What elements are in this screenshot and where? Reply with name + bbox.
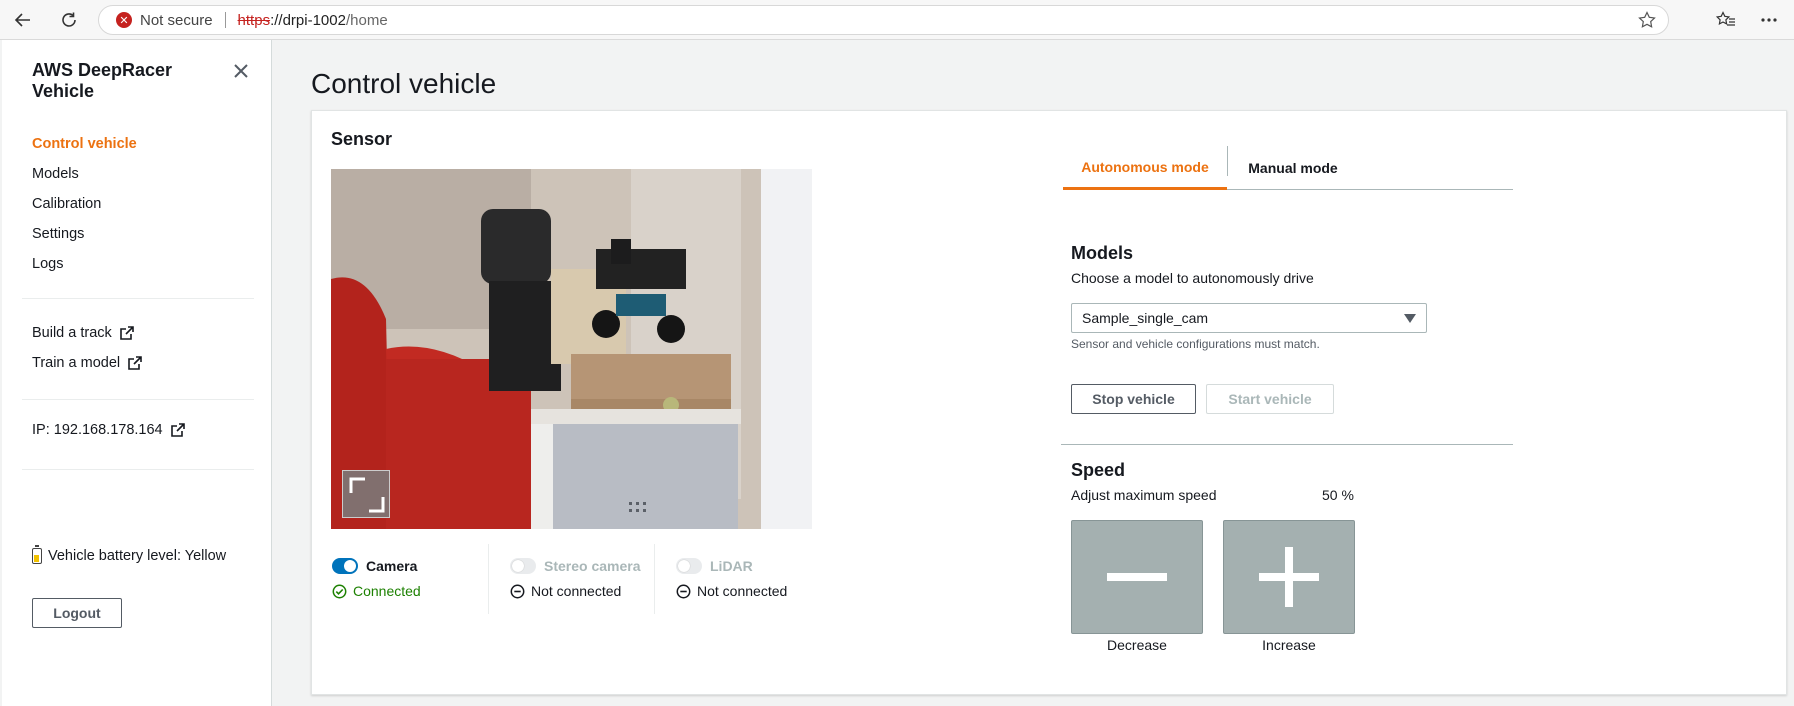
model-select-value: Sample_single_cam xyxy=(1082,310,1209,326)
address-bar[interactable]: ✕ Not secure https://drpi-1002/home xyxy=(98,5,1669,35)
more-options-icon[interactable] xyxy=(1756,7,1782,33)
sidebar-item-control-vehicle[interactable]: Control vehicle xyxy=(32,134,137,164)
stereo-camera-label: Stereo camera xyxy=(544,558,641,574)
sensor-lidar: LiDAR Not connected xyxy=(676,556,787,601)
minus-circle-icon xyxy=(510,584,525,598)
camera-feed-image xyxy=(331,169,812,529)
url-host: ://drpi-1002 xyxy=(270,11,346,29)
model-hint: Sensor and vehicle configurations must m… xyxy=(1071,337,1320,351)
reload-icon[interactable] xyxy=(56,7,82,33)
speed-heading: Speed xyxy=(1071,460,1126,480)
url-path: /home xyxy=(345,11,388,29)
sidebar-divider xyxy=(22,399,254,400)
logout-button[interactable]: Logout xyxy=(32,598,122,628)
sidebar-item-models[interactable]: Models xyxy=(32,164,137,194)
security-status[interactable]: Not secure xyxy=(140,12,213,29)
fullscreen-icon xyxy=(349,477,385,513)
favorite-star-icon[interactable] xyxy=(1638,11,1656,33)
train-model-label: Train a model xyxy=(32,355,121,371)
caret-down-icon xyxy=(1404,314,1416,323)
battery-status: Vehicle battery level: Yellow xyxy=(32,545,227,564)
external-link-icon xyxy=(119,326,134,340)
not-secure-icon: ✕ xyxy=(116,12,132,28)
ip-address-label: IP: 192.168.178.164 xyxy=(32,422,163,438)
lidar-status: Not connected xyxy=(697,583,788,599)
speed-description: Adjust maximum speed xyxy=(1071,487,1217,503)
sensor-divider xyxy=(654,544,655,614)
sidebar-item-calibration[interactable]: Calibration xyxy=(32,194,137,224)
mode-tabs: Autonomous mode Manual mode xyxy=(1063,146,1513,190)
camera-status: Connected xyxy=(353,583,421,599)
increase-label: Increase xyxy=(1262,637,1316,653)
check-circle-icon xyxy=(332,584,347,598)
stereo-camera-toggle[interactable] xyxy=(510,558,536,574)
favorites-icon[interactable] xyxy=(1713,7,1739,33)
sidebar-nav: Control vehicle Models Calibration Setti… xyxy=(32,134,137,284)
model-select[interactable]: Sample_single_cam xyxy=(1071,303,1427,333)
sidebar-item-settings[interactable]: Settings xyxy=(32,224,137,254)
increase-speed-button[interactable] xyxy=(1223,520,1355,634)
stereo-camera-status: Not connected xyxy=(531,583,622,599)
battery-label: Vehicle battery level: Yellow xyxy=(48,548,227,564)
sensor-stereo-camera: Stereo camera Not connected xyxy=(510,556,641,601)
speed-value: 50 % xyxy=(1322,487,1354,503)
address-separator xyxy=(224,12,226,28)
close-icon[interactable] xyxy=(230,60,252,82)
external-link-icon xyxy=(170,423,185,437)
start-vehicle-button[interactable]: Start vehicle xyxy=(1206,384,1334,414)
ip-address-link[interactable]: IP: 192.168.178.164 xyxy=(32,422,185,438)
section-divider xyxy=(1061,444,1513,445)
minus-circle-icon xyxy=(676,584,691,598)
decrease-label: Decrease xyxy=(1107,637,1167,653)
sensor-divider xyxy=(488,544,489,614)
models-description: Choose a model to autonomously drive xyxy=(1071,270,1314,286)
stop-vehicle-button[interactable]: Stop vehicle xyxy=(1071,384,1196,414)
browser-toolbar: ✕ Not secure https://drpi-1002/home xyxy=(0,0,1794,40)
external-link-icon xyxy=(128,356,142,370)
back-icon[interactable] xyxy=(10,7,36,33)
decrease-speed-button[interactable] xyxy=(1071,520,1203,634)
camera-feed xyxy=(331,169,812,529)
sensor-heading: Sensor xyxy=(331,129,393,149)
fullscreen-button[interactable] xyxy=(342,470,390,518)
sidebar-divider xyxy=(22,298,254,299)
camera-label: Camera xyxy=(366,558,418,574)
url-scheme: https xyxy=(237,11,271,29)
minus-icon xyxy=(1107,573,1167,581)
lidar-label: LiDAR xyxy=(710,558,753,574)
sidebar-title: AWS DeepRacer Vehicle xyxy=(32,60,173,101)
train-model-link[interactable]: Train a model xyxy=(32,355,142,371)
camera-toggle[interactable] xyxy=(332,558,358,574)
lidar-toggle[interactable] xyxy=(676,558,702,574)
models-heading: Models xyxy=(1071,243,1134,263)
plus-icon xyxy=(1259,547,1319,607)
sensor-camera: Camera Connected xyxy=(332,556,421,601)
tab-autonomous-mode[interactable]: Autonomous mode xyxy=(1063,146,1227,190)
sidebar: AWS DeepRacer Vehicle Control vehicle Mo… xyxy=(2,40,272,706)
battery-icon xyxy=(32,545,42,564)
sidebar-divider xyxy=(22,469,254,470)
tab-manual-mode[interactable]: Manual mode xyxy=(1228,146,1358,190)
page-title: Control vehicle xyxy=(311,68,497,99)
build-track-link[interactable]: Build a track xyxy=(32,325,134,341)
sidebar-item-logs[interactable]: Logs xyxy=(32,254,137,284)
build-track-label: Build a track xyxy=(32,325,112,341)
